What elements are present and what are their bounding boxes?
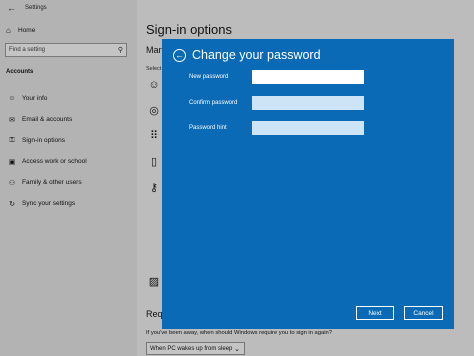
sign-in-requirement-select[interactable]: When PC wakes up from sleep ⌄: [146, 342, 245, 355]
sidebar-item-label: Your info: [22, 95, 48, 102]
fingerprint-icon[interactable]: ◎: [147, 104, 161, 117]
people-icon: ⚇: [8, 179, 16, 187]
next-button[interactable]: Next: [356, 306, 394, 320]
section-label-accounts: Accounts: [6, 69, 34, 75]
picture-password-icon[interactable]: ▨: [147, 275, 161, 288]
confirm-password-field[interactable]: [252, 96, 364, 110]
sync-icon: ↻: [9, 200, 15, 208]
back-arrow-icon[interactable]: ←: [7, 3, 17, 13]
search-input[interactable]: Find a setting ⚲: [5, 43, 127, 57]
select-text: Select: [146, 66, 162, 72]
dialog-title: Change your password: [192, 48, 321, 62]
sidebar-item-email-accounts[interactable]: ✉ Email & accounts: [0, 109, 137, 130]
sidebar-item-label: Sync your settings: [22, 200, 76, 207]
sidebar-item-label: Email & accounts: [22, 116, 73, 123]
page-title: Sign-in options: [146, 22, 232, 37]
nav-home-label: Home: [18, 27, 36, 34]
pin-keypad-icon[interactable]: ⠿: [147, 129, 161, 142]
back-circle-icon[interactable]: ←: [173, 48, 186, 62]
new-password-row: New password: [189, 70, 429, 84]
confirm-password-label: Confirm password: [189, 100, 238, 106]
nav-home[interactable]: ⌂ Home: [6, 26, 35, 35]
title-bar: ← Settings: [0, 0, 137, 16]
sidebar-item-label: Family & other users: [22, 179, 82, 186]
change-password-dialog: ← Change your password New password Conf…: [162, 39, 454, 329]
person-card-icon: ☺: [8, 95, 16, 102]
sidebar-item-family[interactable]: ⚇ Family & other users: [0, 172, 137, 193]
sidebar-item-label: Sign-in options: [22, 137, 65, 144]
chevron-down-icon: ⌄: [234, 345, 240, 353]
sign-in-requirement-value: When PC wakes up from sleep: [150, 345, 233, 352]
new-password-label: New password: [189, 74, 229, 80]
key-icon: ⚿: [9, 136, 15, 144]
nav-list: ☺ Your info ✉ Email & accounts ⚿ Sign-in…: [0, 88, 137, 214]
confirm-password-row: Confirm password: [189, 96, 429, 110]
new-password-field[interactable]: [252, 70, 364, 84]
sidebar-item-access-work[interactable]: ▣ Access work or school: [0, 151, 137, 172]
sidebar: ← Settings ⌂ Home Find a setting ⚲ Accou…: [0, 0, 137, 356]
cancel-button[interactable]: Cancel: [404, 306, 443, 320]
require-text: If you've been away, when should Windows…: [146, 330, 332, 336]
security-key-icon[interactable]: ▯: [147, 155, 161, 168]
mail-icon: ✉: [9, 116, 15, 124]
search-placeholder: Find a setting: [9, 47, 46, 53]
sidebar-item-label: Access work or school: [22, 158, 87, 165]
password-hint-field[interactable]: [252, 121, 364, 135]
dialog-header: ← Change your password: [173, 48, 321, 62]
home-icon: ⌂: [6, 26, 11, 35]
sidebar-item-sync[interactable]: ↻ Sync your settings: [0, 193, 137, 214]
briefcase-icon: ▣: [8, 158, 16, 166]
sidebar-item-your-info[interactable]: ☺ Your info: [0, 88, 137, 109]
app-title: Settings: [25, 5, 47, 11]
password-key-icon[interactable]: ⚷: [147, 181, 161, 194]
search-icon: ⚲: [117, 47, 123, 54]
face-icon[interactable]: ☺: [147, 79, 161, 91]
password-hint-row: Password hint: [189, 121, 429, 135]
password-hint-label: Password hint: [189, 125, 227, 131]
sidebar-item-sign-in-options[interactable]: ⚿ Sign-in options: [0, 130, 137, 151]
